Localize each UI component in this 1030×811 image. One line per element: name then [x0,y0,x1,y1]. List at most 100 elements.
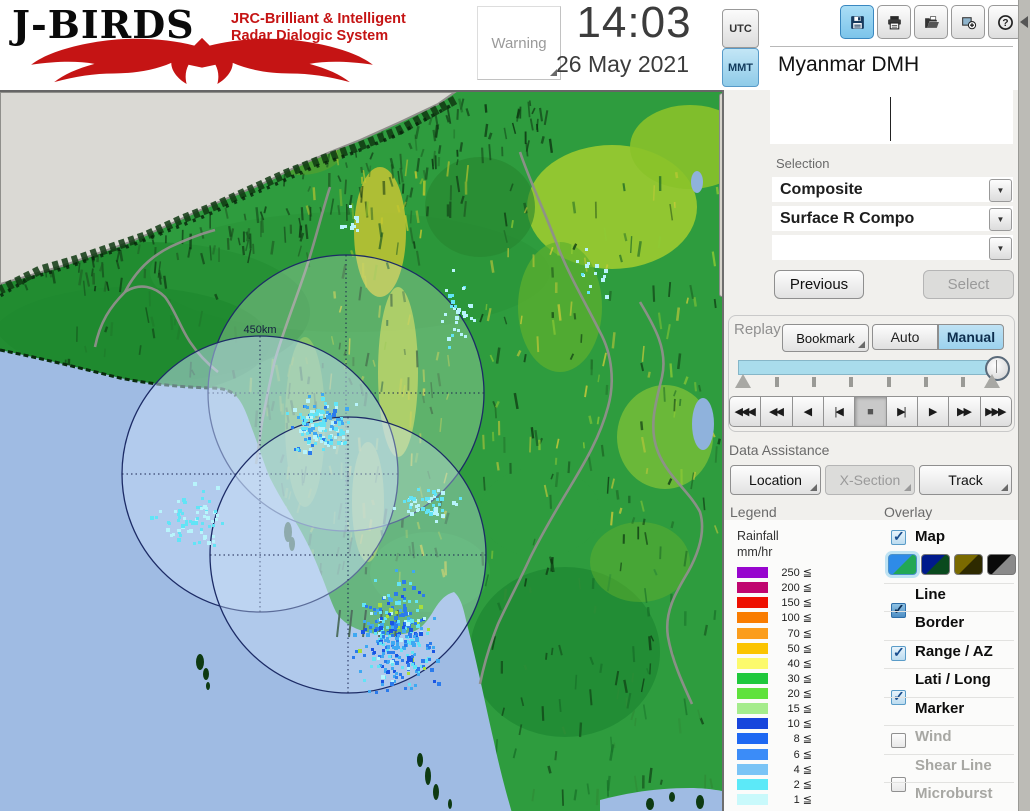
legend-value-8: 8 ≦ [793,733,812,746]
dropdown-composite[interactable]: Composite ▼ [772,177,1013,202]
save-icon [850,15,864,29]
open-folder-icon [924,15,939,28]
text-cursor [890,97,891,141]
legend-swatch-150 [737,597,768,609]
chevron-down-icon[interactable]: ▼ [989,208,1012,231]
check-icon: ✓ [893,644,905,660]
legend-swatch-2 [737,778,768,790]
overlay-item-map[interactable]: Map [915,528,945,545]
checkbox-border[interactable]: ✓ [891,644,906,661]
svg-text:?: ? [1002,17,1008,28]
add-image-button[interactable] [951,5,985,39]
step-forward-button[interactable]: ▶| [885,396,918,427]
island [417,753,423,767]
auto-label: Auto [890,329,920,345]
checkbox-lati-long[interactable] [891,733,906,748]
step-back-button[interactable]: |◀ [822,396,856,427]
rewind-button[interactable]: ◀ [791,396,824,427]
overlay-item-wind[interactable]: Wind [915,728,952,745]
mmt-label: MMT [727,61,754,74]
logo-tagline-line1: JRC-Brilliant & Intelligent [231,11,406,27]
legend-value-30: 30 ≦ [787,672,812,685]
overlay-item-range-az[interactable]: Range / AZ [915,643,993,660]
legend-swatch-30 [737,672,768,684]
legend-swatch-10 [737,718,768,730]
warning-button[interactable]: Warning [477,6,561,80]
open-folder-button[interactable] [914,5,948,39]
fast-rewind-2-button[interactable]: ◀◀ [760,396,793,427]
manual-label: Manual [946,329,996,345]
stop-button[interactable]: ■ [854,396,887,427]
overlay-item-shear-line[interactable]: Shear Line [915,757,992,774]
timeline-start-marker[interactable] [735,374,751,388]
map-style-terrain-button[interactable] [888,554,917,575]
timeline-tick [924,377,928,387]
playback-controls: ◀◀◀ ◀◀ ◀ |◀ ■ ▶| ▶ ▶▶ ▶▶▶ [729,396,1012,427]
play-button[interactable]: ▶ [916,396,950,427]
dropdown-extra[interactable]: ▼ [772,235,1013,260]
utc-button[interactable]: UTC [722,9,759,48]
track-label: Track [948,472,983,488]
fast-forward-2-button[interactable]: ▶▶ [948,396,981,427]
legend-label: Legend [730,504,777,520]
fast-forward-3-button[interactable]: ▶▶▶ [979,396,1012,427]
overlay-item-microburst[interactable]: Microburst [915,785,993,802]
island [669,792,675,802]
legend-value-4: 4 ≦ [793,763,812,776]
jbirds-app: J-BIRDS JRC-Brilliant & Intelligent Rada… [0,0,1030,811]
add-image-icon [961,16,976,29]
map-style-dark-button[interactable] [921,554,950,575]
lake [692,398,714,450]
timeline-end-marker[interactable] [984,374,1000,388]
timeline-tick [849,377,853,387]
chevron-down-icon[interactable]: ▼ [989,179,1012,202]
dropdown-product[interactable]: Surface R Compo ▼ [772,206,1013,231]
panel-collapse-strip[interactable] [1018,0,1030,811]
island [646,798,654,810]
legend-swatch-70 [737,627,768,639]
x-section-button[interactable]: X-Section [825,465,915,495]
island [433,784,439,800]
island [425,767,431,785]
island [206,682,210,690]
legend-swatch-250 [737,567,768,578]
island [696,795,704,809]
map-style-olive-button[interactable] [954,554,983,575]
radar-map[interactable]: 450km [0,90,722,811]
location-label: Location [749,472,802,488]
overlay-item-border[interactable]: Border [915,614,964,631]
select-button[interactable]: Select [923,270,1014,299]
replay-timeline-slider[interactable] [738,360,1002,375]
save-button[interactable] [840,5,874,39]
replay-label: Replay [734,321,781,338]
replay-mode-toggle: Auto Manual [872,324,1004,350]
overlay-label: Overlay [884,504,933,520]
print-button[interactable] [877,5,911,39]
chevron-down-icon[interactable]: ▼ [989,237,1012,260]
separator [884,754,1014,755]
timeline-tick [887,377,891,387]
help-button[interactable]: ? [988,5,1022,39]
legend-swatch-40 [737,657,768,669]
legend-swatch-1 [737,793,768,805]
bookmark-button[interactable]: Bookmark [782,324,869,352]
fast-rewind-3-button[interactable]: ◀◀◀ [729,396,762,427]
legend-value-100: 100 ≦ [781,612,812,625]
overlay-item-marker[interactable]: Marker [915,700,964,717]
previous-button[interactable]: Previous [774,270,864,299]
legend-value-10: 10 ≦ [787,718,812,731]
auto-mode-button[interactable]: Auto [872,324,938,350]
track-button[interactable]: Track [919,465,1012,495]
location-button[interactable]: Location [730,465,821,495]
range-ring-label: 450km [243,324,276,336]
checkbox-marker[interactable] [891,777,906,792]
manual-mode-button[interactable]: Manual [938,324,1004,350]
overlay-item-lati-long[interactable]: Lati / Long [915,671,991,688]
clock-time: 14:03 [576,0,692,47]
map-style-mono-button[interactable] [987,554,1016,575]
checkbox-map[interactable]: ✓ [891,528,906,545]
overlay-item-line[interactable]: Line [915,586,946,603]
dropdown-composite-value: Composite [780,181,863,198]
mmt-button[interactable]: MMT [722,48,759,87]
select-label: Select [947,276,990,293]
